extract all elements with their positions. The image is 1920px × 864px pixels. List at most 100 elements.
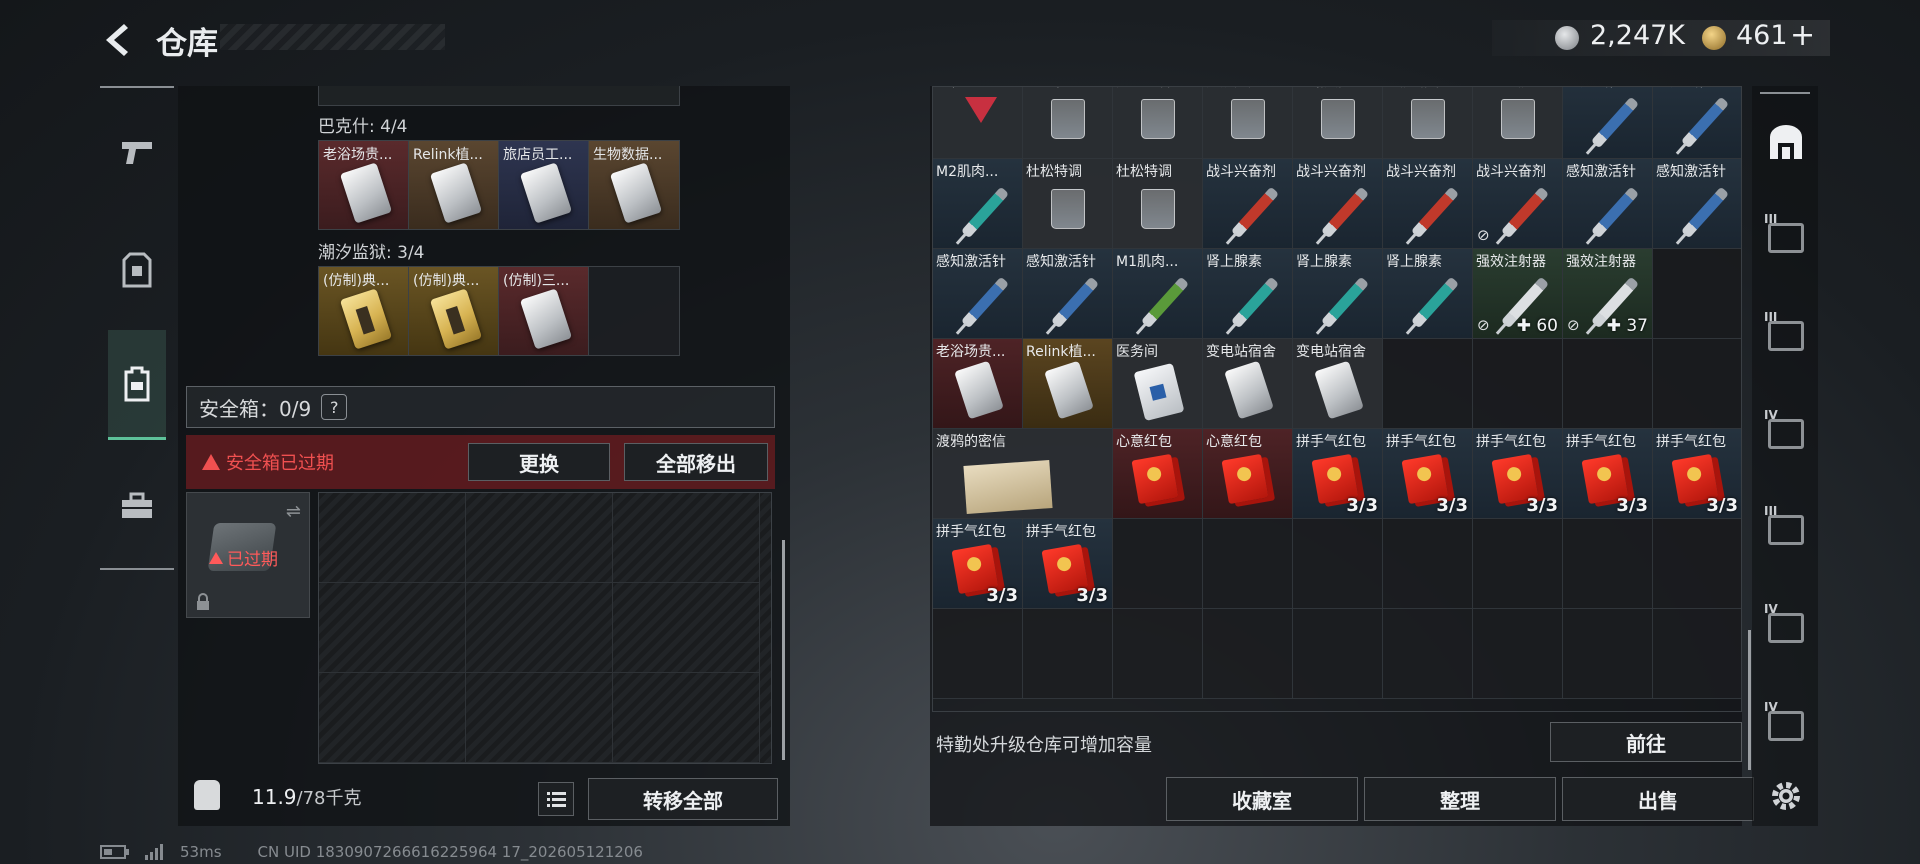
inventory-item[interactable]: 感知激活针 [1563, 159, 1653, 249]
inventory-item[interactable]: 感知强化剂 [1563, 87, 1653, 159]
sell-button[interactable]: 出售 [1562, 777, 1754, 821]
help-icon[interactable]: ? [321, 394, 348, 420]
safe-box-cell[interactable] [319, 493, 466, 583]
inventory-item[interactable]: 静甜文雨 [1293, 87, 1383, 159]
inventory-item[interactable]: Relink植... [1023, 339, 1113, 429]
key-card-slot[interactable]: (仿制)典... [409, 267, 499, 355]
inventory-item[interactable]: 迷人日暮 [1113, 87, 1203, 159]
inventory-item[interactable]: 肾上腺素 [1383, 249, 1473, 339]
inventory-item[interactable]: 拼手气红包 3/3 [1563, 429, 1653, 519]
list-view-button[interactable] [538, 782, 574, 816]
inventory-item[interactable]: 气泡轻盈 [1023, 87, 1113, 159]
key-card-slot[interactable]: Relink植... [409, 141, 499, 229]
empty-slot[interactable] [589, 267, 679, 355]
settings-icon[interactable] [1766, 776, 1806, 816]
inventory-item[interactable]: M2肌肉... [933, 159, 1023, 249]
inventory-item[interactable]: 杜松特调 [1113, 159, 1203, 249]
inventory-item[interactable]: 战斗兴奋剂 [1203, 159, 1293, 249]
inventory-item[interactable]: 拼手气红包 3/3 [1293, 429, 1383, 519]
safe-box-grid[interactable] [318, 492, 772, 764]
key-card-slot[interactable]: 旅店员工... [499, 141, 589, 229]
inventory-item[interactable]: 翅膀分分 [1203, 87, 1293, 159]
safe-box-cell[interactable] [319, 673, 466, 763]
key-card-slot[interactable]: 生物数据... [589, 141, 679, 229]
inventory-item[interactable]: 杜松特调 [1023, 159, 1113, 249]
weapon-bench-icon[interactable]: III [1764, 504, 1806, 550]
storage-scrollbar[interactable] [1748, 630, 1751, 770]
inventory-item[interactable]: 拼手气红包 3/3 [1473, 429, 1563, 519]
empty-slot[interactable] [1293, 609, 1383, 699]
remove-all-button[interactable]: 全部移出 [624, 443, 768, 481]
empty-slot[interactable] [1383, 339, 1473, 429]
inventory-item[interactable]: 金色清晨 [1473, 87, 1563, 159]
empty-slot[interactable] [1653, 339, 1741, 429]
empty-slot[interactable] [1113, 519, 1203, 609]
empty-slot[interactable] [1563, 339, 1653, 429]
inventory-item[interactable]: 战斗兴奋剂 [1293, 159, 1383, 249]
inventory-item[interactable]: 忘程 [933, 87, 1023, 159]
tab-backpack[interactable] [108, 330, 166, 440]
replace-button[interactable]: 更换 [468, 443, 610, 481]
inventory-item[interactable]: 心意红包 [1203, 429, 1293, 519]
safe-box-cell[interactable] [319, 583, 466, 673]
key-card-slot[interactable]: 老浴场贵... [319, 141, 409, 229]
inventory-item[interactable]: 拼手气红包 3/3 [1383, 429, 1473, 519]
empty-slot[interactable] [1293, 519, 1383, 609]
sort-button[interactable]: 整理 [1364, 777, 1556, 821]
empty-slot[interactable] [1653, 249, 1741, 339]
inventory-item[interactable]: 清晨露珠 [1383, 87, 1473, 159]
inventory-item[interactable]: 拼手气红包 3/3 [1653, 429, 1741, 519]
empty-slot[interactable] [1023, 609, 1113, 699]
tab-weapon[interactable] [108, 112, 166, 192]
inventory-item[interactable]: 强效注射器 ✚ 60 ⊘ [1473, 249, 1563, 339]
inventory-item[interactable]: 医务间 [1113, 339, 1203, 429]
armory-icon[interactable]: III [1764, 310, 1806, 356]
inventory-item[interactable]: 心意红包 [1113, 429, 1203, 519]
safe-box-cell[interactable] [466, 583, 613, 673]
medical-icon[interactable]: IV [1764, 408, 1806, 454]
inventory-item[interactable]: 拼手气红包 3/3 [933, 519, 1023, 609]
swap-icon[interactable]: ⇌ [286, 501, 301, 522]
tab-armor[interactable] [108, 230, 166, 310]
inventory-item[interactable]: 战斗兴奋剂 [1383, 159, 1473, 249]
safe-box-cell[interactable] [466, 493, 613, 583]
camera-icon[interactable]: IV [1764, 700, 1806, 746]
safe-box-cell[interactable] [613, 673, 760, 763]
inventory-item[interactable]: 感知强化剂 [1653, 87, 1741, 159]
tab-toolbox[interactable] [108, 466, 166, 546]
inventory-item[interactable]: 变电站宿舍 [1293, 339, 1383, 429]
goto-button[interactable]: 前往 [1550, 722, 1742, 762]
inventory-item[interactable]: 肾上腺素 [1293, 249, 1383, 339]
storage-icon[interactable]: IV [1764, 602, 1806, 648]
back-button[interactable] [98, 20, 134, 60]
add-currency-button[interactable]: + [1790, 18, 1815, 53]
empty-slot[interactable] [1653, 519, 1741, 609]
inventory-item[interactable]: 老浴场贵... [933, 339, 1023, 429]
empty-slot[interactable] [1473, 609, 1563, 699]
safe-box-equipment-slot[interactable]: ⇌ 已过期 [186, 492, 310, 618]
empty-slot[interactable] [1563, 519, 1653, 609]
empty-slot[interactable] [1203, 519, 1293, 609]
transfer-all-button[interactable]: 转移全部 [588, 778, 778, 820]
inventory-item[interactable]: 拼手气红包 3/3 [1023, 519, 1113, 609]
empty-slot[interactable] [1473, 339, 1563, 429]
empty-slot[interactable] [1563, 609, 1653, 699]
key-card-slot[interactable]: (仿制)三... [499, 267, 589, 355]
safe-box-cell[interactable] [613, 493, 760, 583]
inventory-item[interactable]: 感知激活针 [1653, 159, 1741, 249]
inventory-item[interactable]: M1肌肉... [1113, 249, 1203, 339]
empty-slot[interactable] [1383, 519, 1473, 609]
inventory-item[interactable]: 强效注射器 ✚ 37 ⊘ [1563, 249, 1653, 339]
inventory-item[interactable]: 感知激活针 [1023, 249, 1113, 339]
key-card-slot[interactable]: (仿制)典... [319, 267, 409, 355]
workbench-icon[interactable]: III [1764, 212, 1806, 258]
collection-button[interactable]: 收藏室 [1166, 777, 1358, 821]
empty-slot[interactable] [1383, 609, 1473, 699]
inventory-item[interactable]: 感知激活针 [933, 249, 1023, 339]
empty-slot[interactable] [933, 609, 1023, 699]
inventory-item[interactable]: 渡鸦的密信 [933, 429, 1113, 519]
safe-box-cell[interactable] [466, 673, 613, 763]
empty-slot[interactable] [1473, 519, 1563, 609]
safehouse-icon[interactable] [1766, 122, 1806, 162]
left-panel-scrollbar[interactable] [782, 540, 785, 760]
